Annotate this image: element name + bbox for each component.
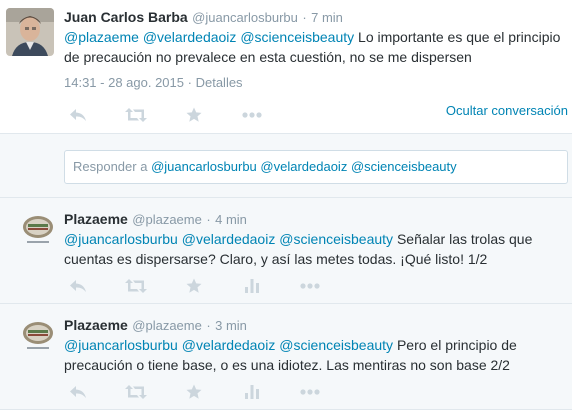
time-separator: · — [302, 10, 307, 25]
author-name[interactable]: Plazaeme — [64, 317, 128, 333]
avatar[interactable] — [6, 8, 54, 56]
reply-mention: @juancarlosburbu — [151, 159, 257, 174]
tweet-header: Plazaeme @plazaeme · 4 min — [64, 211, 247, 229]
retweet-icon[interactable] — [122, 276, 150, 296]
author-handle[interactable]: @plazaeme — [132, 212, 202, 227]
retweet-icon[interactable] — [122, 382, 150, 402]
reply-tweet: Plazaeme @plazaeme · 3 min @juancarlosbu… — [0, 304, 572, 410]
mention-link[interactable]: @velardedaoiz — [182, 337, 276, 353]
more-icon[interactable] — [296, 276, 324, 296]
reply-mention: @scienceisbeauty — [350, 159, 457, 174]
avatar[interactable] — [20, 212, 56, 248]
author-name[interactable]: Plazaeme — [64, 211, 128, 227]
favorite-icon[interactable] — [180, 105, 208, 125]
avatar[interactable] — [20, 318, 56, 354]
tweet-text: @plazaeme @velardedaoiz @scienceisbeauty… — [64, 27, 564, 67]
time-separator: · — [206, 318, 211, 333]
favorite-icon[interactable] — [180, 276, 208, 296]
mention-link[interactable]: @scienceisbeauty — [279, 231, 393, 247]
tweet-time[interactable]: 3 min — [215, 318, 247, 333]
author-handle[interactable]: @plazaeme — [132, 318, 202, 333]
time-separator: · — [206, 212, 211, 227]
meta-separator: · — [187, 75, 192, 90]
analytics-icon[interactable] — [238, 382, 266, 402]
details-link[interactable]: Detalles — [196, 75, 243, 90]
reply-icon[interactable] — [64, 382, 92, 402]
mention-link[interactable]: @velardedaoiz — [182, 231, 276, 247]
tweet-header: Juan Carlos Barba @juancarlosburbu · 7 m… — [64, 9, 343, 27]
tweet-time[interactable]: 7 min — [311, 10, 343, 25]
reply-mention: @velardedaoiz — [260, 159, 348, 174]
mention-link[interactable]: @juancarlosburbu — [64, 231, 178, 247]
reply-icon[interactable] — [64, 276, 92, 296]
favorite-icon[interactable] — [180, 382, 208, 402]
tweet-actions — [64, 105, 296, 125]
tweet-time[interactable]: 4 min — [215, 212, 247, 227]
main-tweet: Juan Carlos Barba @juancarlosburbu · 7 m… — [0, 0, 572, 134]
mention-link[interactable]: @velardedaoiz — [143, 29, 237, 45]
tweet-actions — [64, 382, 354, 402]
author-name[interactable]: Juan Carlos Barba — [64, 9, 188, 25]
reply-area: Responder a @juancarlosburbu @velardedao… — [0, 134, 572, 198]
tweet-text: @juancarlosburbu @velardedaoiz @sciencei… — [64, 229, 564, 269]
mention-link[interactable]: @plazaeme — [64, 29, 139, 45]
tweet-timestamp[interactable]: 14:31 - 28 ago. 2015 — [64, 75, 184, 90]
author-handle[interactable]: @juancarlosburbu — [192, 10, 298, 25]
tweet-actions — [64, 276, 354, 296]
more-icon[interactable] — [238, 105, 266, 125]
reply-tweet: Plazaeme @plazaeme · 4 min @juancarlosbu… — [0, 198, 572, 304]
more-icon[interactable] — [296, 382, 324, 402]
analytics-icon[interactable] — [238, 276, 266, 296]
tweet-header: Plazaeme @plazaeme · 3 min — [64, 317, 247, 335]
reply-icon[interactable] — [64, 105, 92, 125]
mention-link[interactable]: @scienceisbeauty — [279, 337, 393, 353]
tweet-meta: 14:31 - 28 ago. 2015 · Detalles — [64, 75, 243, 90]
retweet-icon[interactable] — [122, 105, 150, 125]
reply-input[interactable]: Responder a @juancarlosburbu @velardedao… — [64, 150, 568, 184]
mention-link[interactable]: @scienceisbeauty — [240, 29, 354, 45]
tweet-text: @juancarlosburbu @velardedaoiz @sciencei… — [64, 335, 564, 375]
hide-conversation-link[interactable]: Ocultar conversación — [446, 103, 568, 118]
mention-link[interactable]: @juancarlosburbu — [64, 337, 178, 353]
reply-prefix: Responder a — [73, 159, 148, 174]
